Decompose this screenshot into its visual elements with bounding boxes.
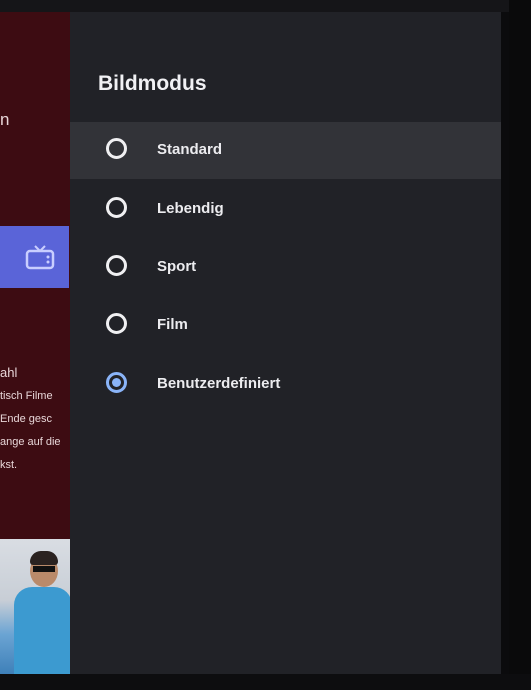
radio-button-selected[interactable] bbox=[106, 372, 127, 393]
radio-button[interactable] bbox=[106, 197, 127, 218]
background-section-fragment: ahl bbox=[0, 365, 18, 380]
option-label: Sport bbox=[157, 258, 197, 275]
option-benutzerdefiniert[interactable]: Benutzerdefiniert bbox=[70, 356, 501, 413]
picture-mode-panel: Bildmodus Standard Lebendig Sport Film B… bbox=[70, 12, 501, 674]
radio-button[interactable] bbox=[106, 255, 127, 276]
tv-bezel-bottom bbox=[0, 674, 531, 690]
option-standard[interactable]: Standard bbox=[70, 122, 501, 179]
option-label: Lebendig bbox=[157, 200, 224, 217]
option-sport[interactable]: Sport bbox=[70, 239, 501, 296]
tv-input-tile[interactable] bbox=[0, 226, 69, 288]
tv-bezel-right bbox=[509, 0, 531, 690]
tv-bezel-top bbox=[0, 0, 531, 12]
background-title-fragment: n bbox=[0, 110, 10, 129]
tv-icon bbox=[25, 245, 54, 270]
option-lebendig[interactable]: Lebendig bbox=[70, 181, 501, 238]
movie-thumbnail[interactable] bbox=[0, 539, 76, 674]
option-label: Standard bbox=[157, 141, 223, 158]
background-app: n ahl tisch Filme Ende gesc ange auf die… bbox=[0, 12, 80, 674]
option-film[interactable]: Film bbox=[70, 297, 501, 354]
option-label: Benutzerdefiniert bbox=[157, 375, 281, 392]
option-label: Film bbox=[157, 316, 188, 333]
radio-button[interactable] bbox=[106, 138, 127, 159]
background-text-line: ange auf die bbox=[0, 436, 61, 448]
background-text-line: Ende gesc bbox=[0, 413, 52, 425]
background-text-line: kst. bbox=[0, 459, 18, 471]
background-text-line: tisch Filme bbox=[0, 390, 53, 402]
panel-title: Bildmodus bbox=[98, 72, 207, 95]
radio-button[interactable] bbox=[106, 313, 127, 334]
